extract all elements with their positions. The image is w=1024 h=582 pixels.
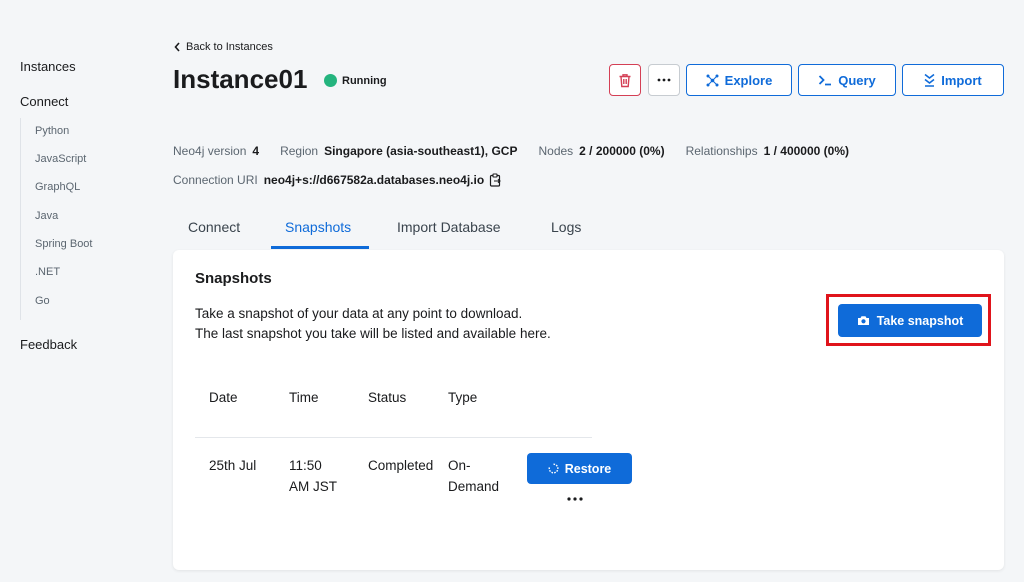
sidebar-item-dotnet[interactable]: .NET [35, 266, 60, 278]
restore-label: Restore [564, 461, 612, 476]
explore-button[interactable]: Explore [686, 64, 792, 96]
instance-meta-row: Neo4j version 4 Region Singapore (asia-s… [173, 144, 849, 158]
more-options-button[interactable] [648, 64, 680, 96]
ellipsis-icon [567, 497, 583, 501]
page-title: Instance01 [173, 64, 308, 94]
sidebar-item-connect[interactable]: Connect [20, 94, 68, 109]
region-value: Singapore (asia-southeast1), GCP [324, 144, 518, 158]
running-dot-icon [324, 74, 337, 87]
version-label: Neo4j version [173, 144, 247, 158]
tab-connect[interactable]: Connect [188, 219, 240, 235]
import-button[interactable]: Import [902, 64, 1004, 96]
cell-time: 11:50 AM JST [289, 455, 337, 497]
camera-icon [857, 316, 869, 325]
take-snapshot-button[interactable]: Take snapshot [838, 304, 982, 337]
connection-uri-row: Connection URI neo4j+s://d667582a.databa… [173, 173, 502, 187]
ellipsis-icon [657, 78, 671, 82]
sidebar-item-feedback[interactable]: Feedback [20, 337, 77, 352]
tab-logs[interactable]: Logs [551, 219, 581, 235]
snapshots-description-line-1: Take a snapshot of your data at any poin… [195, 306, 523, 321]
sidebar: Instances Connect Python JavaScript Grap… [0, 0, 140, 582]
cell-time-line-2: AM JST [289, 479, 338, 494]
active-tab-indicator [271, 246, 369, 249]
status-badge: Running [324, 74, 387, 87]
restore-button[interactable]: Restore [527, 453, 632, 484]
query-button[interactable]: Query [798, 64, 896, 96]
sidebar-item-graphql[interactable]: GraphQL [35, 181, 80, 193]
nodes-label: Nodes [538, 144, 574, 158]
table-divider [195, 437, 592, 438]
import-icon [924, 73, 935, 87]
copy-icon[interactable] [489, 173, 502, 187]
restore-spinner-icon [548, 463, 559, 474]
snapshots-heading: Snapshots [195, 270, 272, 287]
nodes-value: 2 / 200000 (0%) [579, 144, 665, 158]
explore-graph-icon [706, 74, 719, 86]
cell-date: 25th Jul [209, 458, 257, 473]
relationships-label: Relationships [685, 144, 758, 158]
uri-value: neo4j+s://d667582a.databases.neo4j.io [263, 173, 485, 187]
query-label: Query [838, 72, 876, 88]
column-header-type: Type [448, 390, 478, 405]
column-header-date: Date [209, 390, 238, 405]
delete-button[interactable] [609, 64, 641, 96]
sidebar-item-spring-boot[interactable]: Spring Boot [35, 238, 92, 250]
terminal-icon [819, 75, 832, 86]
column-header-status: Status [368, 390, 407, 405]
column-header-time: Time [289, 390, 319, 405]
back-link-label: Back to Instances [186, 41, 273, 53]
sidebar-item-go[interactable]: Go [35, 295, 50, 307]
region-label: Region [280, 144, 319, 158]
sidebar-item-java[interactable]: Java [35, 210, 58, 222]
version-value: 4 [252, 144, 260, 158]
sidebar-connect-submenu: Python JavaScript GraphQL Java Spring Bo… [20, 118, 130, 320]
back-link[interactable]: Back to Instances [174, 41, 273, 53]
cell-type: On- Demand [448, 455, 499, 497]
cell-type-line-2: Demand [448, 479, 500, 494]
relationships-value: 1 / 400000 (0%) [763, 144, 849, 158]
cell-status: Completed [368, 458, 434, 473]
cell-type-line-1: On- [448, 458, 471, 473]
chevron-left-icon [174, 42, 180, 52]
import-label: Import [941, 72, 982, 88]
row-more-options-button[interactable] [567, 488, 583, 504]
uri-label: Connection URI [173, 173, 258, 187]
tab-snapshots[interactable]: Snapshots [285, 219, 351, 235]
trash-icon [619, 73, 631, 87]
take-snapshot-label: Take snapshot [876, 313, 964, 328]
explore-label: Explore [724, 72, 773, 88]
tab-import-database[interactable]: Import Database [397, 219, 501, 235]
sidebar-item-python[interactable]: Python [35, 125, 69, 137]
cell-time-line-1: 11:50 [289, 458, 322, 473]
status-label: Running [342, 74, 387, 87]
snapshots-description-line-2: The last snapshot you take will be liste… [195, 326, 551, 341]
sidebar-item-javascript[interactable]: JavaScript [35, 153, 86, 165]
sidebar-item-instances[interactable]: Instances [20, 59, 76, 74]
